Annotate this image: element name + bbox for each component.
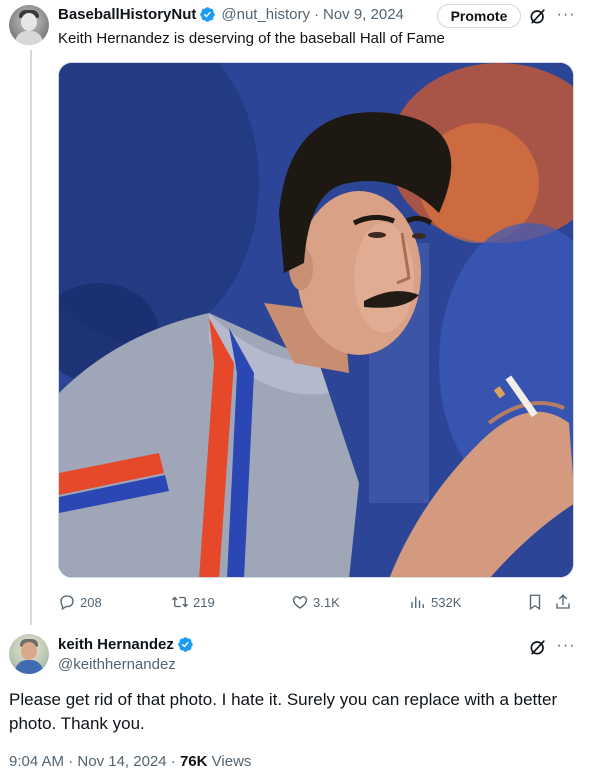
grok-icon[interactable] xyxy=(528,637,548,657)
thread-connector-line xyxy=(30,50,32,625)
separator-dot: · xyxy=(170,753,176,770)
tweet-text: Keith Hernandez is deserving of the base… xyxy=(58,30,445,47)
like-button[interactable]: 3.1K xyxy=(291,590,340,614)
reply-time[interactable]: 9:04 AM xyxy=(9,753,64,770)
share-button[interactable] xyxy=(554,590,576,614)
reply-text: Please get rid of that photo. I hate it.… xyxy=(9,690,558,733)
separator-dot: · xyxy=(313,5,319,23)
retweet-count: 219 xyxy=(193,594,215,610)
author-avatar[interactable] xyxy=(9,5,49,45)
retweet-button[interactable]: 219 xyxy=(171,590,215,614)
verified-badge-icon xyxy=(178,637,193,652)
tweet-photo[interactable] xyxy=(58,62,574,578)
author-handle[interactable]: @nut_history xyxy=(221,6,310,23)
grok-icon[interactable] xyxy=(528,6,548,26)
reply-date[interactable]: Nov 14, 2024 xyxy=(77,753,166,770)
tweet-action-bar: 208 219 3.1K 532K xyxy=(58,590,578,614)
reply-meta: 9:04 AM · Nov 14, 2024 · 76K Views xyxy=(9,753,251,770)
more-icon[interactable]: ··· xyxy=(556,5,576,25)
author-name[interactable]: BaseballHistoryNut xyxy=(58,6,196,23)
like-count: 3.1K xyxy=(313,594,340,610)
reply-views-count: 76K xyxy=(179,753,208,770)
more-icon[interactable]: ··· xyxy=(556,636,576,656)
views-button[interactable]: 532K xyxy=(409,590,461,614)
reply-views-label: Views xyxy=(211,753,252,770)
verified-badge-icon xyxy=(200,6,216,22)
tweet-header: BaseballHistoryNut @nut_history · Nov 9,… xyxy=(58,4,404,24)
reply-author-avatar[interactable] xyxy=(9,634,49,674)
reply-author-handle[interactable]: @keithhernandez xyxy=(58,656,176,673)
retweet-icon xyxy=(172,596,188,608)
reply-author-name-row: keith Hernandez xyxy=(58,636,194,653)
heart-icon xyxy=(292,596,308,609)
reply-icon xyxy=(60,595,74,610)
reply-button[interactable]: 208 xyxy=(58,590,102,614)
views-icon xyxy=(411,596,424,608)
separator-dot: · xyxy=(68,753,74,770)
promote-button[interactable]: Promote xyxy=(437,4,521,28)
reply-count: 208 xyxy=(80,594,102,610)
reply-author-name[interactable]: keith Hernandez xyxy=(58,636,174,653)
share-icon xyxy=(556,594,570,609)
tweet-date[interactable]: Nov 9, 2024 xyxy=(323,6,404,23)
bookmark-button[interactable] xyxy=(526,590,548,614)
views-count: 532K xyxy=(431,594,462,610)
bookmark-icon xyxy=(529,594,541,611)
